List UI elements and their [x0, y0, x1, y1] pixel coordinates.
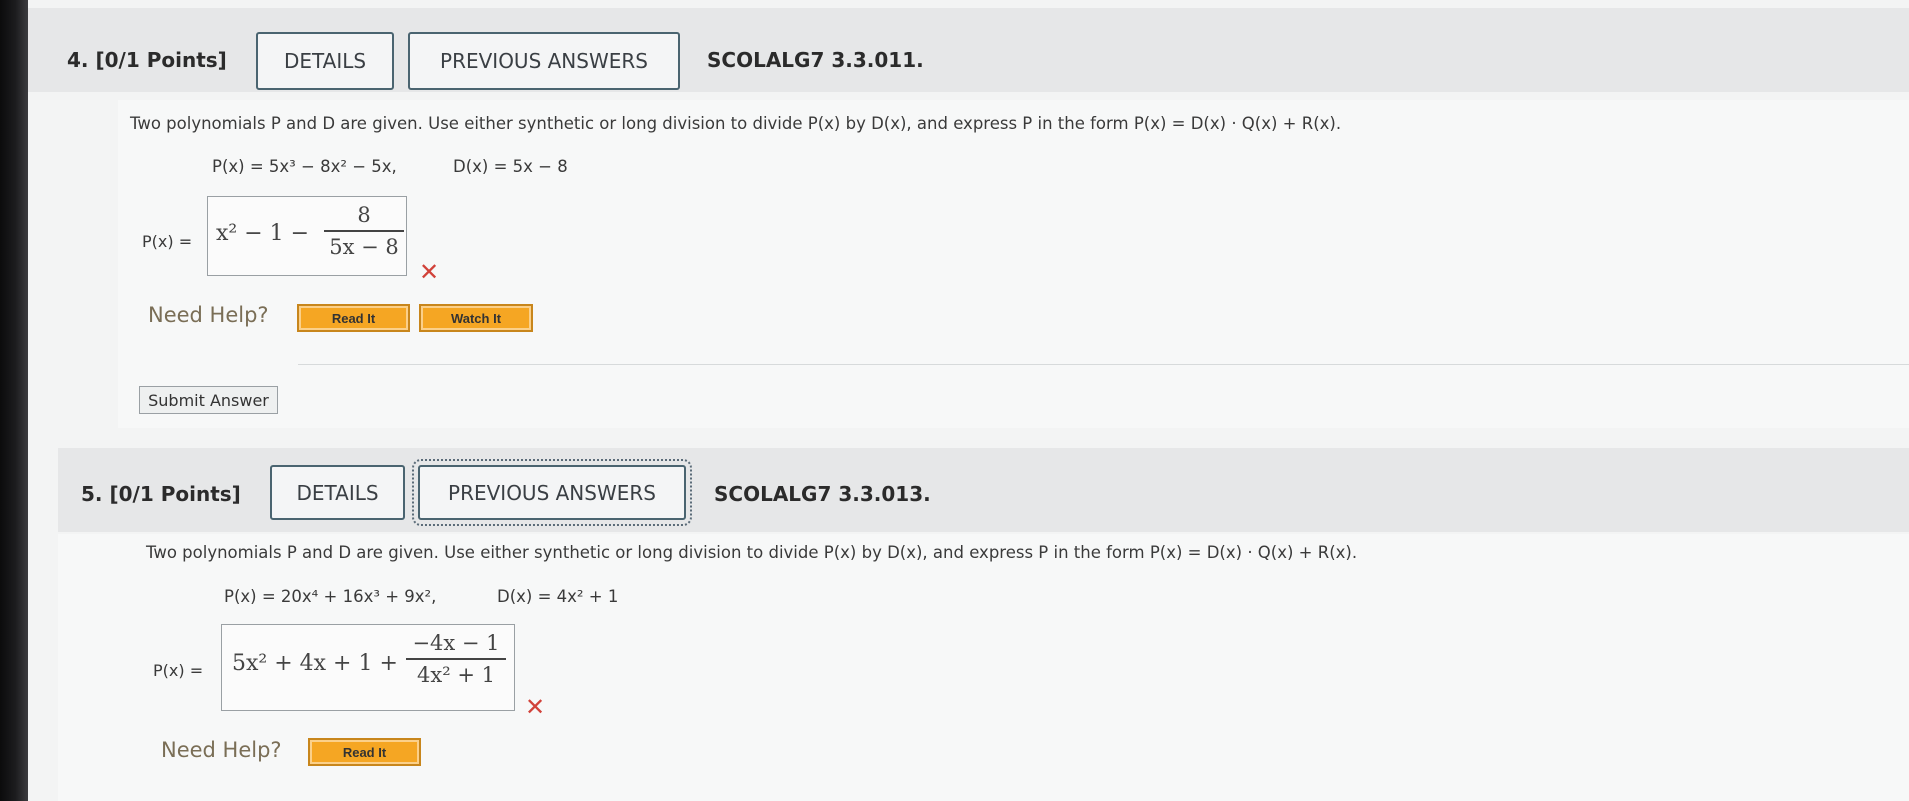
q5-answer-box[interactable]: 5x² + 4x + 1 + −4x − 1 4x² + 1	[221, 624, 515, 711]
q4-submit-answer-button[interactable]: Submit Answer	[139, 386, 278, 414]
q4-answer-fraction: 8 5x − 8	[324, 203, 404, 259]
fraction-bar	[406, 658, 506, 660]
q4-prompt: Two polynomials P and D are given. Use e…	[130, 114, 1342, 133]
q4-number: 4. [0/1 Points]	[67, 48, 227, 72]
q4-watch-it-button[interactable]: Watch It	[419, 304, 533, 332]
q5-given-p: P(x) = 20x⁴ + 16x³ + 9x²,	[224, 587, 437, 606]
q5-answer-fraction: −4x − 1 4x² + 1	[406, 631, 506, 687]
q4-incorrect-icon: ✕	[419, 258, 440, 286]
q5-answer-label: P(x) =	[153, 661, 204, 680]
q5-answer-whole: 5x² + 4x + 1 +	[232, 651, 398, 676]
screen-bezel	[0, 0, 28, 801]
q5-prompt: Two polynomials P and D are given. Use e…	[146, 543, 1358, 562]
q5-answer-denominator: 4x² + 1	[417, 662, 495, 687]
q4-code: SCOLALG7 3.3.011.	[707, 48, 924, 72]
q5-details-button[interactable]: DETAILS	[270, 465, 405, 520]
q5-read-it-button[interactable]: Read It	[308, 738, 421, 766]
q4-answer-box[interactable]: x² − 1 − 8 5x − 8	[207, 196, 407, 276]
q4-given-d: D(x) = 5x − 8	[453, 157, 568, 176]
q4-need-help: Need Help?	[148, 303, 269, 327]
q4-given-p: P(x) = 5x³ − 8x² − 5x,	[212, 157, 397, 176]
q5-need-help: Need Help?	[161, 738, 282, 762]
q5-incorrect-icon: ✕	[525, 693, 546, 721]
q5-previous-answers-button[interactable]: PREVIOUS ANSWERS	[412, 459, 692, 526]
q5-code: SCOLALG7 3.3.013.	[714, 482, 931, 506]
q4-read-it-button[interactable]: Read It	[297, 304, 410, 332]
q4-answer-numerator: 8	[357, 203, 371, 227]
q5-number: 5. [0/1 Points]	[81, 482, 241, 506]
q4-answer-label: P(x) =	[142, 232, 193, 251]
q5-given-d: D(x) = 4x² + 1	[497, 587, 619, 606]
q4-divider	[298, 364, 1909, 365]
q4-details-button[interactable]: DETAILS	[256, 32, 394, 90]
q4-answer-whole: x² − 1 −	[216, 221, 310, 246]
fraction-bar	[324, 230, 404, 232]
q4-answer-denominator: 5x − 8	[329, 234, 399, 259]
q4-previous-answers-button[interactable]: PREVIOUS ANSWERS	[408, 32, 680, 90]
q5-answer-numerator: −4x − 1	[412, 631, 500, 655]
